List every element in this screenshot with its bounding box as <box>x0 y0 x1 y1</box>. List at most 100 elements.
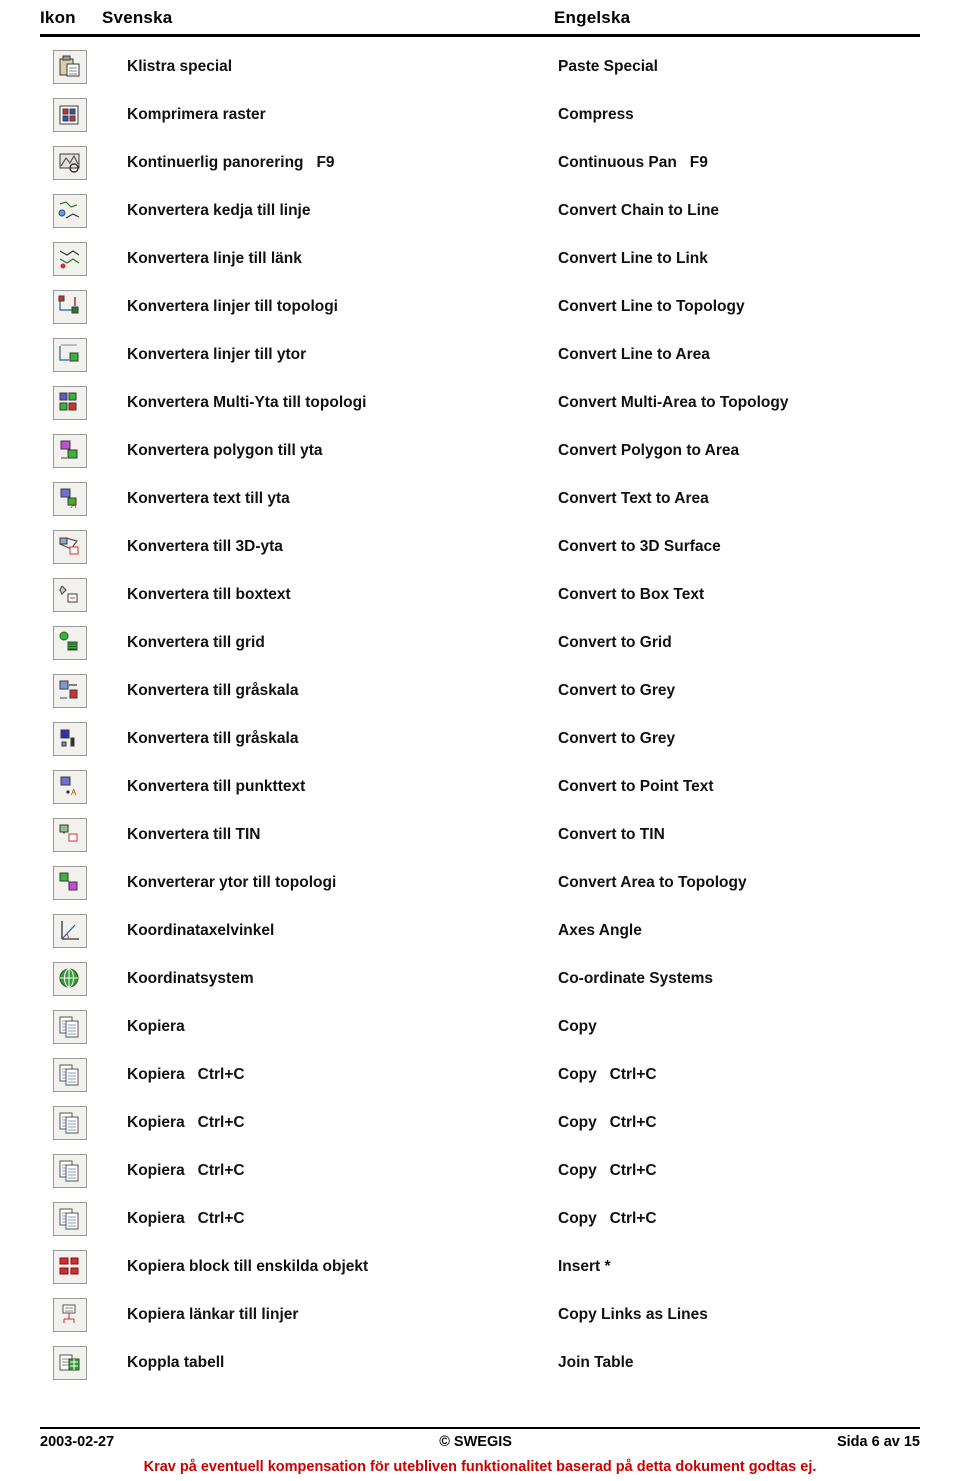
swedish-label: Konvertera till boxtext <box>127 586 291 603</box>
convert-to-grid-icon <box>53 626 87 660</box>
swedish-label: Konvertera Multi-Yta till topologi <box>127 394 367 411</box>
header-swedish-column: Svenska <box>102 8 173 27</box>
icon-cell <box>40 146 102 180</box>
swedish-label: Konvertera till grid <box>127 634 265 651</box>
swedish-label: Konvertera till 3D-yta <box>127 538 283 555</box>
table-row: Konvertera kedja till linje Convert Chain… <box>40 187 920 235</box>
swedish-label: Kopiera Ctrl+C <box>127 1210 245 1227</box>
convert-to-tin-icon <box>53 818 87 852</box>
icon-cell <box>40 674 102 708</box>
svg-text:A: A <box>71 788 77 797</box>
swedish-label: Koppla tabell <box>127 1354 225 1371</box>
icon-cell <box>40 194 102 228</box>
icon-cell <box>40 50 102 84</box>
table-row: Konvertera till TIN Convert to TIN <box>40 811 920 859</box>
icon-cell <box>40 530 102 564</box>
table-row: Konvertera Multi-Yta till topologi Conver… <box>40 379 920 427</box>
english-label: Convert Chain to Line <box>558 202 720 219</box>
icon-cell <box>40 1010 102 1044</box>
table-header: Ikon Svenska Engelska <box>40 0 920 34</box>
convert-area-to-topology-icon <box>53 866 87 900</box>
footer-page-number: Sida 6 av 15 <box>836 1434 920 1450</box>
english-label: Convert Polygon to Area <box>558 442 740 459</box>
compress-raster-icon <box>53 98 87 132</box>
english-label: Convert Line to Link <box>558 250 708 267</box>
copy-icon-4 <box>53 1154 87 1188</box>
icon-cell <box>40 1058 102 1092</box>
english-label: Convert to Grey <box>558 682 676 699</box>
icon-cell <box>40 338 102 372</box>
footer-disclaimer: Krav på eventuell kompensation för utebl… <box>143 1459 817 1475</box>
english-label: Convert to 3D Surface <box>558 538 721 555</box>
icon-cell <box>40 242 102 276</box>
table-row: Kopiera länkar till linjer Copy Links as … <box>40 1291 920 1339</box>
english-label: Copy Ctrl+C <box>558 1066 657 1083</box>
swedish-label: Koordinataxelvinkel <box>127 922 275 939</box>
continuous-pan-icon <box>53 146 87 180</box>
footer-date: 2003-02-27 <box>40 1434 115 1450</box>
icon-cell <box>40 626 102 660</box>
icon-cell <box>40 290 102 324</box>
swedish-label: Komprimera raster <box>127 106 266 123</box>
swedish-label: Konvertera till gråskala <box>127 730 299 747</box>
swedish-label: Konvertera till gråskala <box>127 682 299 699</box>
coordinate-systems-icon <box>53 962 87 996</box>
icon-cell <box>40 1106 102 1140</box>
table-row: Kopiera Copy <box>40 1003 920 1051</box>
english-label: Continuous Pan F9 <box>558 154 708 171</box>
english-label: Copy <box>558 1018 597 1035</box>
table-row: Konverterar ytor till topologi Convert Ar… <box>40 859 920 907</box>
icon-cell <box>40 1346 102 1380</box>
header-divider <box>40 34 920 37</box>
swedish-label: Klistra special <box>127 58 233 75</box>
icon-cell <box>40 434 102 468</box>
convert-to-box-text-icon <box>53 578 87 612</box>
convert-chain-to-line-icon <box>53 194 87 228</box>
swedish-label: Kopiera länkar till linjer <box>127 1306 299 1323</box>
icon-cell <box>40 578 102 612</box>
icon-cell <box>40 1250 102 1284</box>
table-row: A Konvertera till punkttext Convert to Poi… <box>40 763 920 811</box>
icon-cell <box>40 818 102 852</box>
table-row: Konvertera till grid Convert to Grid <box>40 619 920 667</box>
convert-to-3d-surface-icon <box>53 530 87 564</box>
table-row: Kopiera Ctrl+C Copy Ctrl+C <box>40 1099 920 1147</box>
swedish-label: Konverterar ytor till topologi <box>127 874 337 891</box>
english-label: Copy Ctrl+C <box>558 1114 657 1131</box>
icon-cell <box>40 386 102 420</box>
copy-icon-2 <box>53 1058 87 1092</box>
convert-line-to-link-icon <box>53 242 87 276</box>
convert-to-grey-icon <box>53 674 87 708</box>
copy-icon <box>53 1010 87 1044</box>
swedish-label: Kopiera Ctrl+C <box>127 1066 245 1083</box>
swedish-label: Konvertera till punkttext <box>127 778 306 795</box>
table-row: Kopiera Ctrl+C Copy Ctrl+C <box>40 1195 920 1243</box>
table-row: Kopiera block till enskilda objekt Insert… <box>40 1243 920 1291</box>
table-row: Konvertera till gråskala Convert to Grey <box>40 667 920 715</box>
copy-block-to-objects-icon <box>53 1250 87 1284</box>
swedish-label: Kopiera block till enskilda objekt <box>127 1258 369 1275</box>
table-row: A Konvertera text till yta Convert Text to… <box>40 475 920 523</box>
copy-icon-3 <box>53 1106 87 1140</box>
convert-to-point-text-icon: A <box>53 770 87 804</box>
header-english-column: Engelska <box>554 8 631 27</box>
table-row: Koppla tabell Join Table <box>40 1339 920 1387</box>
convert-line-to-area-icon <box>53 338 87 372</box>
swedish-label: Konvertera text till yta <box>127 490 290 507</box>
table-row: Konvertera linje till länk Convert Line t… <box>40 235 920 283</box>
page-footer: 2003-02-27 © SWEGIS Sida 6 av 15 Krav på… <box>0 1427 960 1481</box>
table-row: Koordinatsystem Co-ordinate Systems <box>40 955 920 1003</box>
table-row: Koordinataxelvinkel Axes Angle <box>40 907 920 955</box>
axes-angle-icon <box>53 914 87 948</box>
icon-cell <box>40 866 102 900</box>
command-table: Klistra special Paste Special Komprimera r… <box>40 43 920 1387</box>
icon-cell <box>40 962 102 996</box>
table-row: Konvertera linjer till topologi Convert L… <box>40 283 920 331</box>
table-row: Komprimera raster Compress <box>40 91 920 139</box>
icon-cell <box>40 722 102 756</box>
convert-line-to-topology-icon <box>53 290 87 324</box>
swedish-label: Konvertera polygon till yta <box>127 442 323 459</box>
english-label: Compress <box>558 106 634 123</box>
english-label: Insert * <box>558 1258 611 1275</box>
english-label: Convert to Grey <box>558 730 676 747</box>
